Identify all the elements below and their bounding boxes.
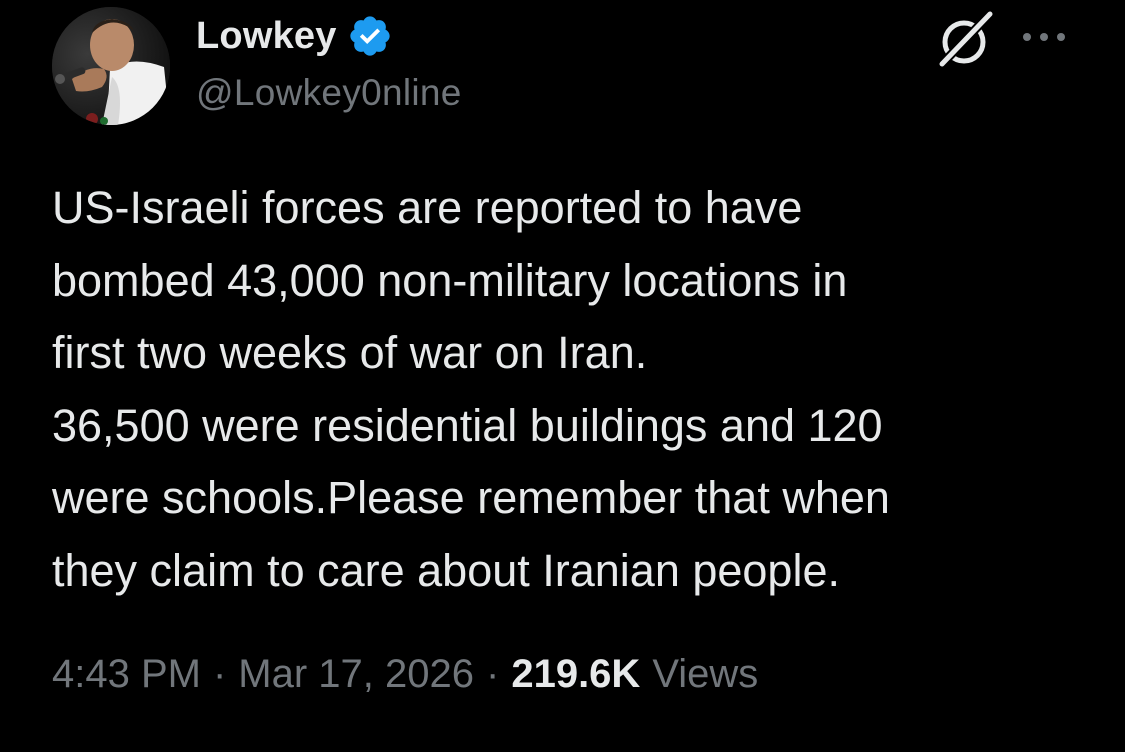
tweet-date[interactable]: Mar 17, 2026 xyxy=(238,652,474,697)
tweet-line: they claim to care about Iranian people. xyxy=(52,544,840,596)
tweet-line: US-Israeli forces are reported to have xyxy=(52,182,803,233)
author-name-row[interactable]: Lowkey xyxy=(196,12,393,60)
tweet-line: 36,500 were residential buildings and 12… xyxy=(52,399,883,451)
tweet-line: were schools.Please remember that when xyxy=(52,472,890,523)
grok-icon[interactable] xyxy=(934,8,996,70)
tweet-meta: 4:43 PM · Mar 17, 2026 · 219.6K Views xyxy=(52,652,758,697)
tweet-line: first two weeks of war on Iran. xyxy=(52,327,648,378)
display-name[interactable]: Lowkey xyxy=(196,15,337,58)
views-count[interactable]: 219.6K xyxy=(511,652,640,697)
verified-badge-icon[interactable] xyxy=(347,13,393,59)
meta-separator: · xyxy=(486,652,500,696)
views-label[interactable]: Views xyxy=(652,652,758,697)
author-handle[interactable]: @Lowkey0nline xyxy=(196,72,462,114)
avatar-photo xyxy=(52,7,170,125)
more-icon[interactable] xyxy=(1018,24,1070,50)
tweet-time[interactable]: 4:43 PM xyxy=(52,652,201,697)
tweet-line: bombed 43,000 non-military locations in xyxy=(52,254,848,306)
avatar[interactable] xyxy=(52,7,170,125)
meta-separator: · xyxy=(212,652,227,696)
tweet-text: US-Israeli forces are reported to have b… xyxy=(52,172,1072,607)
